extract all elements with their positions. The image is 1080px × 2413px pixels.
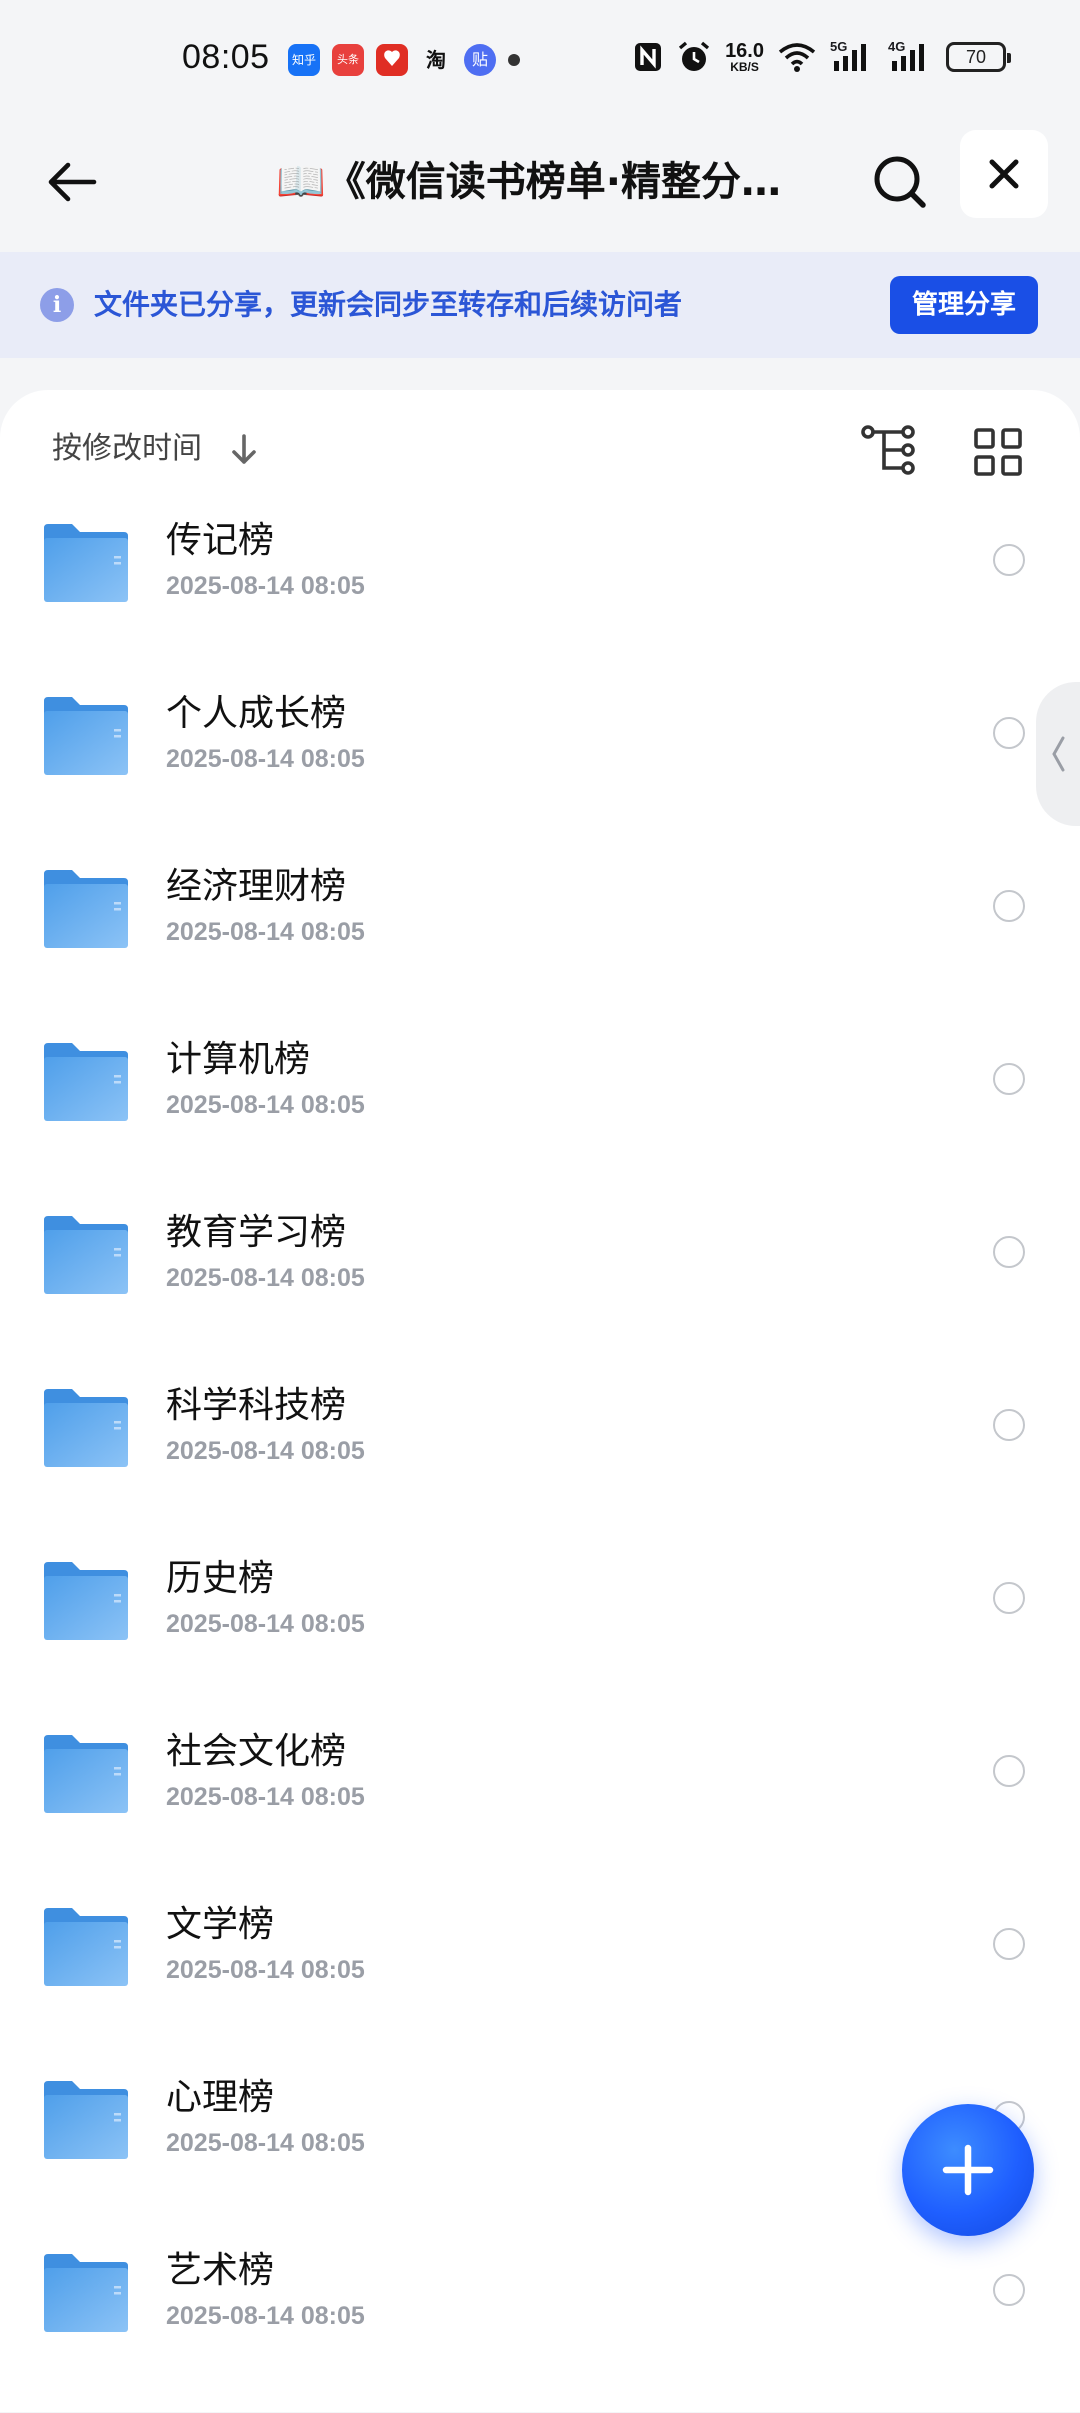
folder-name: 个人成长榜 (166, 693, 347, 734)
search-button[interactable] (864, 146, 936, 218)
signal-5g: 5G (830, 39, 874, 73)
sort-bar: 按修改时间 (0, 390, 1080, 510)
alarm-icon (678, 41, 710, 71)
folder-name: 社会文化榜 (166, 1731, 347, 1772)
folder-modified-date: 2025-08-14 08:05 (166, 1264, 365, 1292)
select-radio[interactable] (993, 717, 1025, 749)
folder-icon (42, 1041, 130, 1123)
list-item[interactable]: 计算机榜 2025-08-14 08:05 (0, 1029, 1080, 1202)
folder-modified-date: 2025-08-14 08:05 (166, 1610, 365, 1638)
folder-name: 心理榜 (166, 2077, 275, 2118)
select-radio[interactable] (993, 1409, 1025, 1441)
net-speed: 16.0 KB/S (725, 41, 764, 73)
share-banner-text: 文件夹已分享，更新会同步至转存和后续访问者 (94, 288, 683, 321)
tieba-icon: 贴 (464, 44, 496, 76)
folder-name: 教育学习榜 (166, 1212, 347, 1253)
select-radio[interactable] (993, 1063, 1025, 1095)
notification-icons: 知乎 头条 淘 贴 (288, 44, 520, 76)
folder-icon (42, 1560, 130, 1642)
folder-name: 科学科技榜 (166, 1385, 347, 1426)
list-item[interactable]: 教育学习榜 2025-08-14 08:05 (0, 1202, 1080, 1375)
select-radio[interactable] (993, 1582, 1025, 1614)
folder-modified-date: 2025-08-14 08:05 (166, 1437, 365, 1465)
page-title: 📖《微信读书榜单·精整分类》 (276, 159, 816, 205)
more-notifications-dot (508, 54, 520, 66)
signal-4g: 4G (888, 39, 932, 73)
status-right: 16.0 KB/S 5G 4G 70 (633, 39, 1011, 74)
tree-view-icon[interactable] (858, 420, 922, 480)
search-icon (874, 156, 926, 208)
select-radio[interactable] (993, 544, 1025, 576)
status-bar: 08:05 知乎 头条 淘 贴 16.0 KB/S 5G 4G 70 (0, 0, 1080, 120)
folder-name: 计算机榜 (166, 1039, 311, 1080)
folder-icon (42, 1733, 130, 1815)
list-item[interactable]: 历史榜 2025-08-14 08:05 (0, 1548, 1080, 1721)
folder-icon (42, 1214, 130, 1296)
select-radio[interactable] (993, 1755, 1025, 1787)
folder-modified-date: 2025-08-14 08:05 (166, 1783, 365, 1811)
select-radio[interactable] (993, 890, 1025, 922)
close-icon (989, 159, 1019, 189)
back-button[interactable] (40, 150, 104, 214)
folder-modified-date: 2025-08-14 08:05 (166, 1956, 365, 1984)
folder-modified-date: 2025-08-14 08:05 (166, 2129, 365, 2157)
list-item[interactable]: 个人成长榜 2025-08-14 08:05 (0, 683, 1080, 856)
sort-by-modified-time[interactable]: 按修改时间 (52, 424, 202, 474)
info-icon: i (40, 288, 74, 322)
net-speed-value: 16.0 (725, 40, 764, 62)
select-radio[interactable] (993, 1928, 1025, 1960)
list-item[interactable]: 社会文化榜 2025-08-14 08:05 (0, 1721, 1080, 1894)
folder-modified-date: 2025-08-14 08:05 (166, 2302, 365, 2330)
manage-share-button[interactable]: 管理分享 (890, 276, 1038, 334)
wifi-icon (778, 43, 816, 72)
list-item[interactable]: 传记榜 2025-08-14 08:05 (0, 510, 1080, 683)
arrow-left-icon (48, 162, 97, 202)
side-panel-handle[interactable] (1036, 682, 1080, 826)
folder-icon (42, 2079, 130, 2161)
add-button[interactable] (902, 2104, 1034, 2236)
file-list-card: 按修改时间 传记榜 2025-08-14 08:05 个人成长榜 2025-08-14… (0, 390, 1080, 2412)
folder-icon (42, 1387, 130, 1469)
xiaohongshu-icon (376, 44, 408, 76)
folder-name: 经济理财榜 (166, 866, 347, 907)
list-item[interactable]: 经济理财榜 2025-08-14 08:05 (0, 856, 1080, 1029)
chevron-left-icon (1052, 736, 1065, 772)
status-time: 08:05 (182, 38, 270, 76)
grid-view-icon[interactable] (970, 424, 1026, 480)
battery-indicator: 70 (946, 42, 1011, 72)
folder-icon (42, 2252, 130, 2334)
folder-modified-date: 2025-08-14 08:05 (166, 1091, 365, 1119)
arrow-down-icon[interactable] (226, 430, 262, 470)
taobao-icon: 淘 (426, 48, 446, 72)
toutiao-icon: 头条 (332, 44, 364, 76)
list-item[interactable]: 文学榜 2025-08-14 08:05 (0, 1894, 1080, 2067)
share-banner: i 文件夹已分享，更新会同步至转存和后续访问者 管理分享 (0, 252, 1080, 358)
select-radio[interactable] (993, 1236, 1025, 1268)
plus-icon (942, 2144, 994, 2196)
folder-modified-date: 2025-08-14 08:05 (166, 745, 365, 773)
signal-5g-label: 5G (830, 39, 848, 54)
nfc-icon (635, 43, 662, 71)
net-speed-unit: KB/S (730, 60, 759, 74)
header: 📖《微信读书榜单·精整分类》 (0, 120, 1080, 252)
select-radio[interactable] (993, 2274, 1025, 2306)
folder-name: 历史榜 (166, 1558, 275, 1599)
folder-name: 传记榜 (166, 520, 275, 561)
signal-4g-label: 4G (888, 39, 906, 54)
folder-modified-date: 2025-08-14 08:05 (166, 572, 365, 600)
list-item[interactable]: 艺术榜 2025-08-14 08:05 (0, 2240, 1080, 2413)
folder-icon (42, 1906, 130, 1988)
folder-icon (42, 522, 130, 604)
zhihu-icon: 知乎 (288, 44, 320, 76)
folder-name: 艺术榜 (166, 2250, 275, 2291)
list-item[interactable]: 科学科技榜 2025-08-14 08:05 (0, 1375, 1080, 1548)
folder-icon (42, 695, 130, 777)
close-button[interactable] (960, 130, 1048, 218)
folder-icon (42, 868, 130, 950)
folder-modified-date: 2025-08-14 08:05 (166, 918, 365, 946)
folder-name: 文学榜 (166, 1904, 275, 1945)
